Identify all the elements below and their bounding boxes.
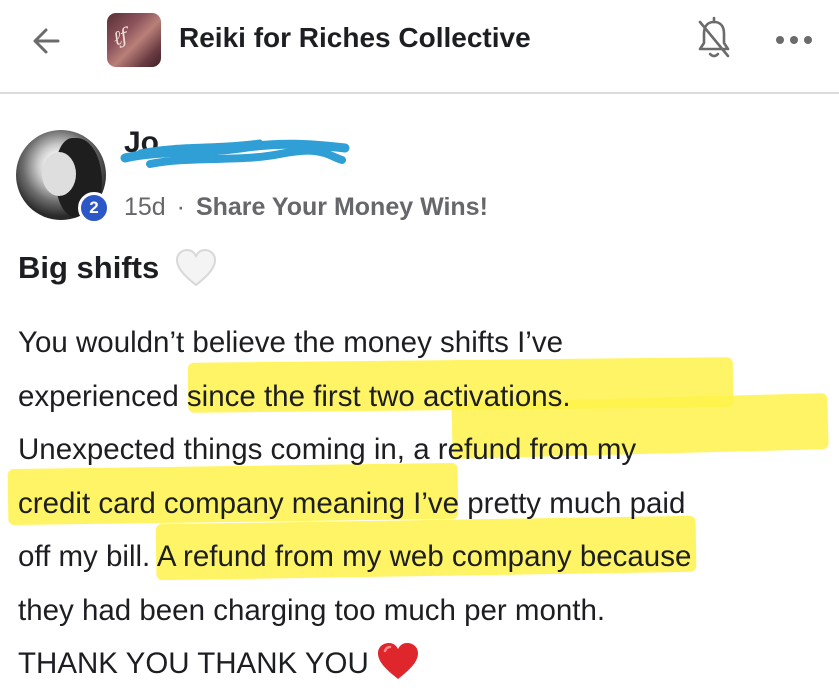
body-line-last: THANK YOU THANK YOU (18, 637, 833, 691)
body-line: experienced since the first two activati… (18, 379, 571, 413)
body-line: they had been charging too much per mont… (18, 593, 606, 627)
member-level-badge: 2 (78, 192, 110, 224)
post-body: You wouldn’t believe the money shifts I’… (18, 316, 833, 691)
group-thumbnail[interactable]: ℓƒ (107, 13, 161, 67)
post-title: Big shifts (18, 250, 160, 285)
redaction-scribble (120, 139, 350, 168)
group-name[interactable]: Reiki for Riches Collective (179, 22, 531, 54)
white-heart-icon (175, 248, 217, 287)
post-topic[interactable]: Share Your Money Wins! (196, 193, 488, 221)
meta-separator: · (176, 193, 185, 221)
avatar-face (42, 152, 76, 196)
body-line: off my bill. A refund from my web compan… (18, 540, 692, 573)
post-age: 15d (124, 193, 166, 221)
body-line: You wouldn’t believe the money shifts I’… (18, 326, 563, 359)
arrow-left-icon[interactable] (28, 21, 68, 61)
red-heart-icon (377, 643, 418, 679)
body-line: THANK YOU THANK YOU (18, 647, 369, 680)
bell-off-icon[interactable] (694, 16, 734, 62)
post-meta: 15d · Share Your Money Wins! (124, 193, 488, 222)
group-header: ℓƒ Reiki for Riches Collective (0, 0, 839, 94)
more-horizontal-icon[interactable] (771, 22, 817, 58)
body-line: credit card company meaning I’ve pretty … (18, 486, 686, 520)
body-line: Unexpected things coming in, a refund fr… (18, 433, 637, 466)
